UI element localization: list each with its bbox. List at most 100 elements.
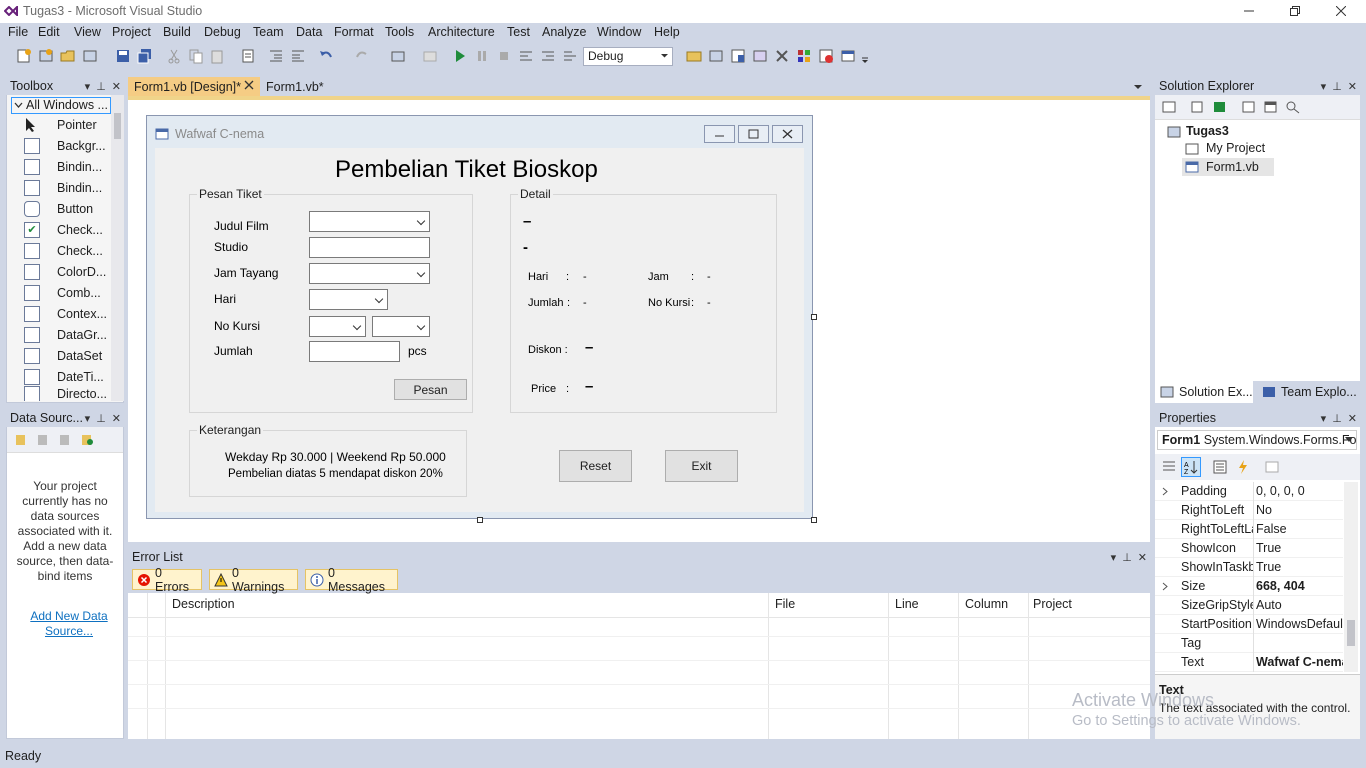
indent-icon[interactable] (268, 48, 284, 64)
close-panel-icon[interactable]: ✕ (112, 80, 121, 93)
form-maximize-button[interactable] (738, 125, 769, 143)
dropdown-icon[interactable]: ▾ (1321, 80, 1327, 93)
menu-window[interactable]: Window (597, 25, 641, 39)
form-close-button[interactable] (772, 125, 803, 143)
close-panel-icon[interactable]: ✕ (1138, 551, 1147, 564)
refresh-icon[interactable] (1212, 100, 1228, 114)
properties-view-icon[interactable] (1212, 459, 1228, 475)
property-row[interactable]: SizeGripStyle Auto (1155, 596, 1343, 615)
properties-scrollbar[interactable] (1344, 482, 1358, 672)
pin-icon[interactable]: ⊥ (96, 80, 106, 93)
open-file-icon[interactable] (60, 48, 76, 64)
save-icon[interactable] (115, 48, 131, 64)
start-page-icon[interactable] (840, 48, 856, 64)
toolbox-item[interactable]: Button (7, 198, 115, 219)
menu-format[interactable]: Format (334, 25, 374, 39)
menu-file[interactable]: File (8, 25, 28, 39)
pin-icon[interactable]: ⊥ (1332, 80, 1342, 93)
toolbox-item[interactable]: ✔ Check... (7, 219, 115, 240)
dropdown-icon[interactable]: ▾ (85, 80, 91, 93)
solution-configuration-select[interactable]: Debug (583, 47, 673, 66)
outdent-icon[interactable] (290, 48, 306, 64)
jumlah-input[interactable] (309, 341, 400, 362)
toolbox-item[interactable]: Bindin... (7, 156, 115, 177)
show-all-files-icon[interactable] (1190, 100, 1206, 114)
column-description[interactable]: Description (172, 597, 235, 611)
property-row[interactable]: Size 668, 404 (1155, 577, 1343, 596)
toolbox-item[interactable]: ColorD... (7, 261, 115, 282)
toolbox-item[interactable]: DataGr... (7, 324, 115, 345)
form1-node-selected[interactable]: Form1.vb (1182, 158, 1274, 176)
kursi-row-combo[interactable] (309, 316, 366, 337)
dropdown-icon[interactable]: ▾ (1321, 412, 1327, 425)
properties-window-icon[interactable] (730, 48, 746, 64)
toolbox-group-all[interactable]: All Windows ... (11, 97, 111, 114)
hari-combo[interactable] (309, 289, 388, 310)
reset-button[interactable]: Reset (559, 450, 632, 482)
exit-button[interactable]: Exit (665, 450, 738, 482)
class-diagram-icon[interactable] (1285, 100, 1301, 114)
property-row[interactable]: RightToLeft No (1155, 501, 1343, 520)
solution-explorer-icon[interactable] (708, 48, 724, 64)
toolbox-item[interactable]: DateTi... (7, 366, 115, 387)
toolbox-item[interactable]: Bindin... (7, 177, 115, 198)
redo-icon[interactable] (354, 48, 370, 64)
resize-handle-bottom[interactable] (477, 517, 483, 523)
add-datasource-icon[interactable] (14, 432, 28, 446)
categorized-icon[interactable] (1161, 459, 1177, 475)
resize-handle-right[interactable] (811, 314, 817, 320)
properties-icon[interactable] (1161, 100, 1177, 114)
object-browser-icon[interactable] (752, 48, 768, 64)
menu-tools[interactable]: Tools (385, 25, 414, 39)
step-over-icon[interactable] (540, 48, 556, 64)
find-icon[interactable] (686, 48, 702, 64)
configure-datasource-icon[interactable] (58, 432, 72, 446)
property-pages-icon[interactable] (1264, 459, 1280, 475)
view-designer-icon[interactable] (1263, 100, 1279, 114)
start-debug-icon[interactable] (452, 48, 468, 64)
menu-architecture[interactable]: Architecture (428, 25, 495, 39)
pause-icon[interactable] (474, 48, 490, 64)
menu-team[interactable]: Team (253, 25, 284, 39)
menu-debug[interactable]: Debug (204, 25, 241, 39)
toolbox-scrollbar[interactable] (111, 95, 124, 401)
menu-build[interactable]: Build (163, 25, 191, 39)
judul-film-combo[interactable] (309, 211, 430, 232)
pin-icon[interactable]: ⊥ (1332, 412, 1342, 425)
errors-filter-button[interactable]: 0 Errors (132, 566, 202, 594)
project-node[interactable]: Tugas3 (1186, 124, 1229, 138)
navigate-forward-icon[interactable] (422, 48, 438, 64)
messages-filter-button[interactable]: 0 Messages (305, 566, 398, 594)
toolbox-item[interactable]: Contex... (7, 303, 115, 324)
toolbox-item[interactable]: Comb... (7, 282, 115, 303)
my-project-node[interactable]: My Project (1206, 141, 1265, 155)
form-window[interactable]: Wafwaf C-nema Pembelian Tiket Bioskop Pe… (146, 115, 813, 519)
minimize-button[interactable] (1226, 0, 1272, 22)
form-minimize-button[interactable] (704, 125, 735, 143)
team-explorer-icon[interactable] (818, 48, 834, 64)
column-column[interactable]: Column (965, 597, 1008, 611)
menu-edit[interactable]: Edit (38, 25, 60, 39)
property-row[interactable]: ShowInTaskbaTrue (1155, 558, 1343, 577)
tab-overflow-icon[interactable] (1133, 83, 1143, 91)
property-row[interactable]: Tag (1155, 634, 1343, 653)
menu-analyze[interactable]: Analyze (542, 25, 586, 39)
alphabetical-icon[interactable]: AZ (1181, 457, 1201, 477)
toolbox-item[interactable]: Pointer (7, 114, 115, 135)
warnings-filter-button[interactable]: 0 Warnings (209, 566, 298, 594)
menu-data[interactable]: Data (296, 25, 322, 39)
restore-button[interactable] (1272, 0, 1318, 22)
undo-icon[interactable] (318, 48, 334, 64)
toolbar-overflow-icon[interactable] (860, 48, 876, 64)
close-tab-icon[interactable] (244, 80, 254, 90)
tab-form1-code[interactable]: Form1.vb* (262, 77, 362, 96)
refresh-datasource-icon[interactable] (80, 432, 94, 446)
column-line[interactable]: Line (895, 597, 919, 611)
close-button[interactable] (1318, 0, 1364, 22)
property-row[interactable]: Text Wafwaf C-nema (1155, 653, 1343, 672)
property-row[interactable]: StartPosition WindowsDefault (1155, 615, 1343, 634)
view-code-icon[interactable] (1241, 100, 1257, 114)
toolbox-item[interactable]: Directo... (7, 386, 115, 401)
pin-icon[interactable]: ⊥ (96, 412, 106, 425)
toolbox-icon[interactable] (774, 48, 790, 64)
